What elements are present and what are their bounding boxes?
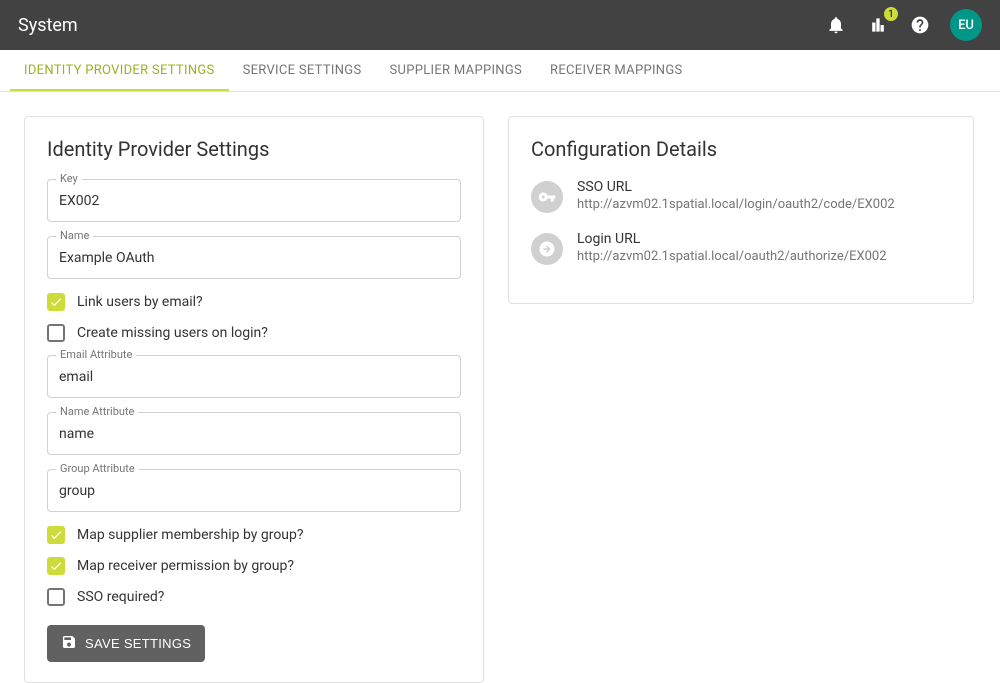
key-icon [531,181,563,213]
email-attr-label: Email Attribute [56,348,136,361]
checkbox-unchecked-icon [47,588,65,606]
page-title: System [18,15,824,36]
arrow-right-icon [531,233,563,265]
sso-url-text: SSO URL http://azvm02.1spatial.local/log… [577,179,951,212]
settings-title: Identity Provider Settings [47,137,461,161]
create-missing-label: Create missing users on login? [77,325,268,341]
email-attr-field-wrapper: Email Attribute [47,355,461,398]
group-attr-label: Group Attribute [56,462,139,475]
map-supplier-label: Map supplier membership by group? [77,527,304,543]
help-icon[interactable] [908,13,932,37]
appbar: System 1 EU [0,0,1000,50]
key-field[interactable] [47,179,461,222]
sso-url-row: SSO URL http://azvm02.1spatial.local/log… [531,179,951,213]
avatar[interactable]: EU [950,9,982,41]
group-attr-field[interactable] [47,469,461,512]
appbar-actions: 1 EU [824,9,982,41]
checkbox-checked-icon [47,293,65,311]
name-attr-label: Name Attribute [56,405,138,418]
name-attr-field-wrapper: Name Attribute [47,412,461,455]
key-field-wrapper: Key [47,179,461,222]
settings-card: Identity Provider Settings Key Name Link… [24,116,484,683]
checkbox-checked-icon [47,526,65,544]
key-label: Key [56,172,82,185]
group-attr-field-wrapper: Group Attribute [47,469,461,512]
tab-receiver-mappings[interactable]: RECEIVER MAPPINGS [536,50,697,91]
email-attr-field[interactable] [47,355,461,398]
save-button[interactable]: SAVE SETTINGS [47,625,205,662]
sso-required-label: SSO required? [77,589,164,605]
save-button-label: SAVE SETTINGS [85,636,191,651]
map-receiver-checkbox[interactable]: Map receiver permission by group? [47,557,461,575]
name-attr-field[interactable] [47,412,461,455]
stats-badge: 1 [884,7,898,21]
checkbox-unchecked-icon [47,324,65,342]
config-title: Configuration Details [531,137,951,161]
name-label: Name [56,229,93,242]
map-receiver-label: Map receiver permission by group? [77,558,294,574]
login-url-row: Login URL http://azvm02.1spatial.local/o… [531,231,951,265]
tab-identity-provider-settings[interactable]: IDENTITY PROVIDER SETTINGS [10,50,229,91]
config-card: Configuration Details SSO URL http://azv… [508,116,974,304]
link-users-label: Link users by email? [77,294,203,310]
sso-required-checkbox[interactable]: SSO required? [47,588,461,606]
notifications-icon[interactable] [824,13,848,37]
checkbox-checked-icon [47,557,65,575]
map-supplier-checkbox[interactable]: Map supplier membership by group? [47,526,461,544]
tabs: IDENTITY PROVIDER SETTINGS SERVICE SETTI… [0,50,1000,92]
sso-url-value: http://azvm02.1spatial.local/login/oauth… [577,197,951,212]
stats-icon[interactable]: 1 [866,13,890,37]
sso-url-label: SSO URL [577,179,951,195]
content: Identity Provider Settings Key Name Link… [0,92,1000,683]
login-url-text: Login URL http://azvm02.1spatial.local/o… [577,231,951,264]
link-users-checkbox[interactable]: Link users by email? [47,293,461,311]
login-url-label: Login URL [577,231,951,247]
save-icon [61,634,77,653]
login-url-value: http://azvm02.1spatial.local/oauth2/auth… [577,249,951,264]
create-missing-checkbox[interactable]: Create missing users on login? [47,324,461,342]
tab-service-settings[interactable]: SERVICE SETTINGS [229,50,376,91]
tab-supplier-mappings[interactable]: SUPPLIER MAPPINGS [375,50,536,91]
name-field[interactable] [47,236,461,279]
name-field-wrapper: Name [47,236,461,279]
